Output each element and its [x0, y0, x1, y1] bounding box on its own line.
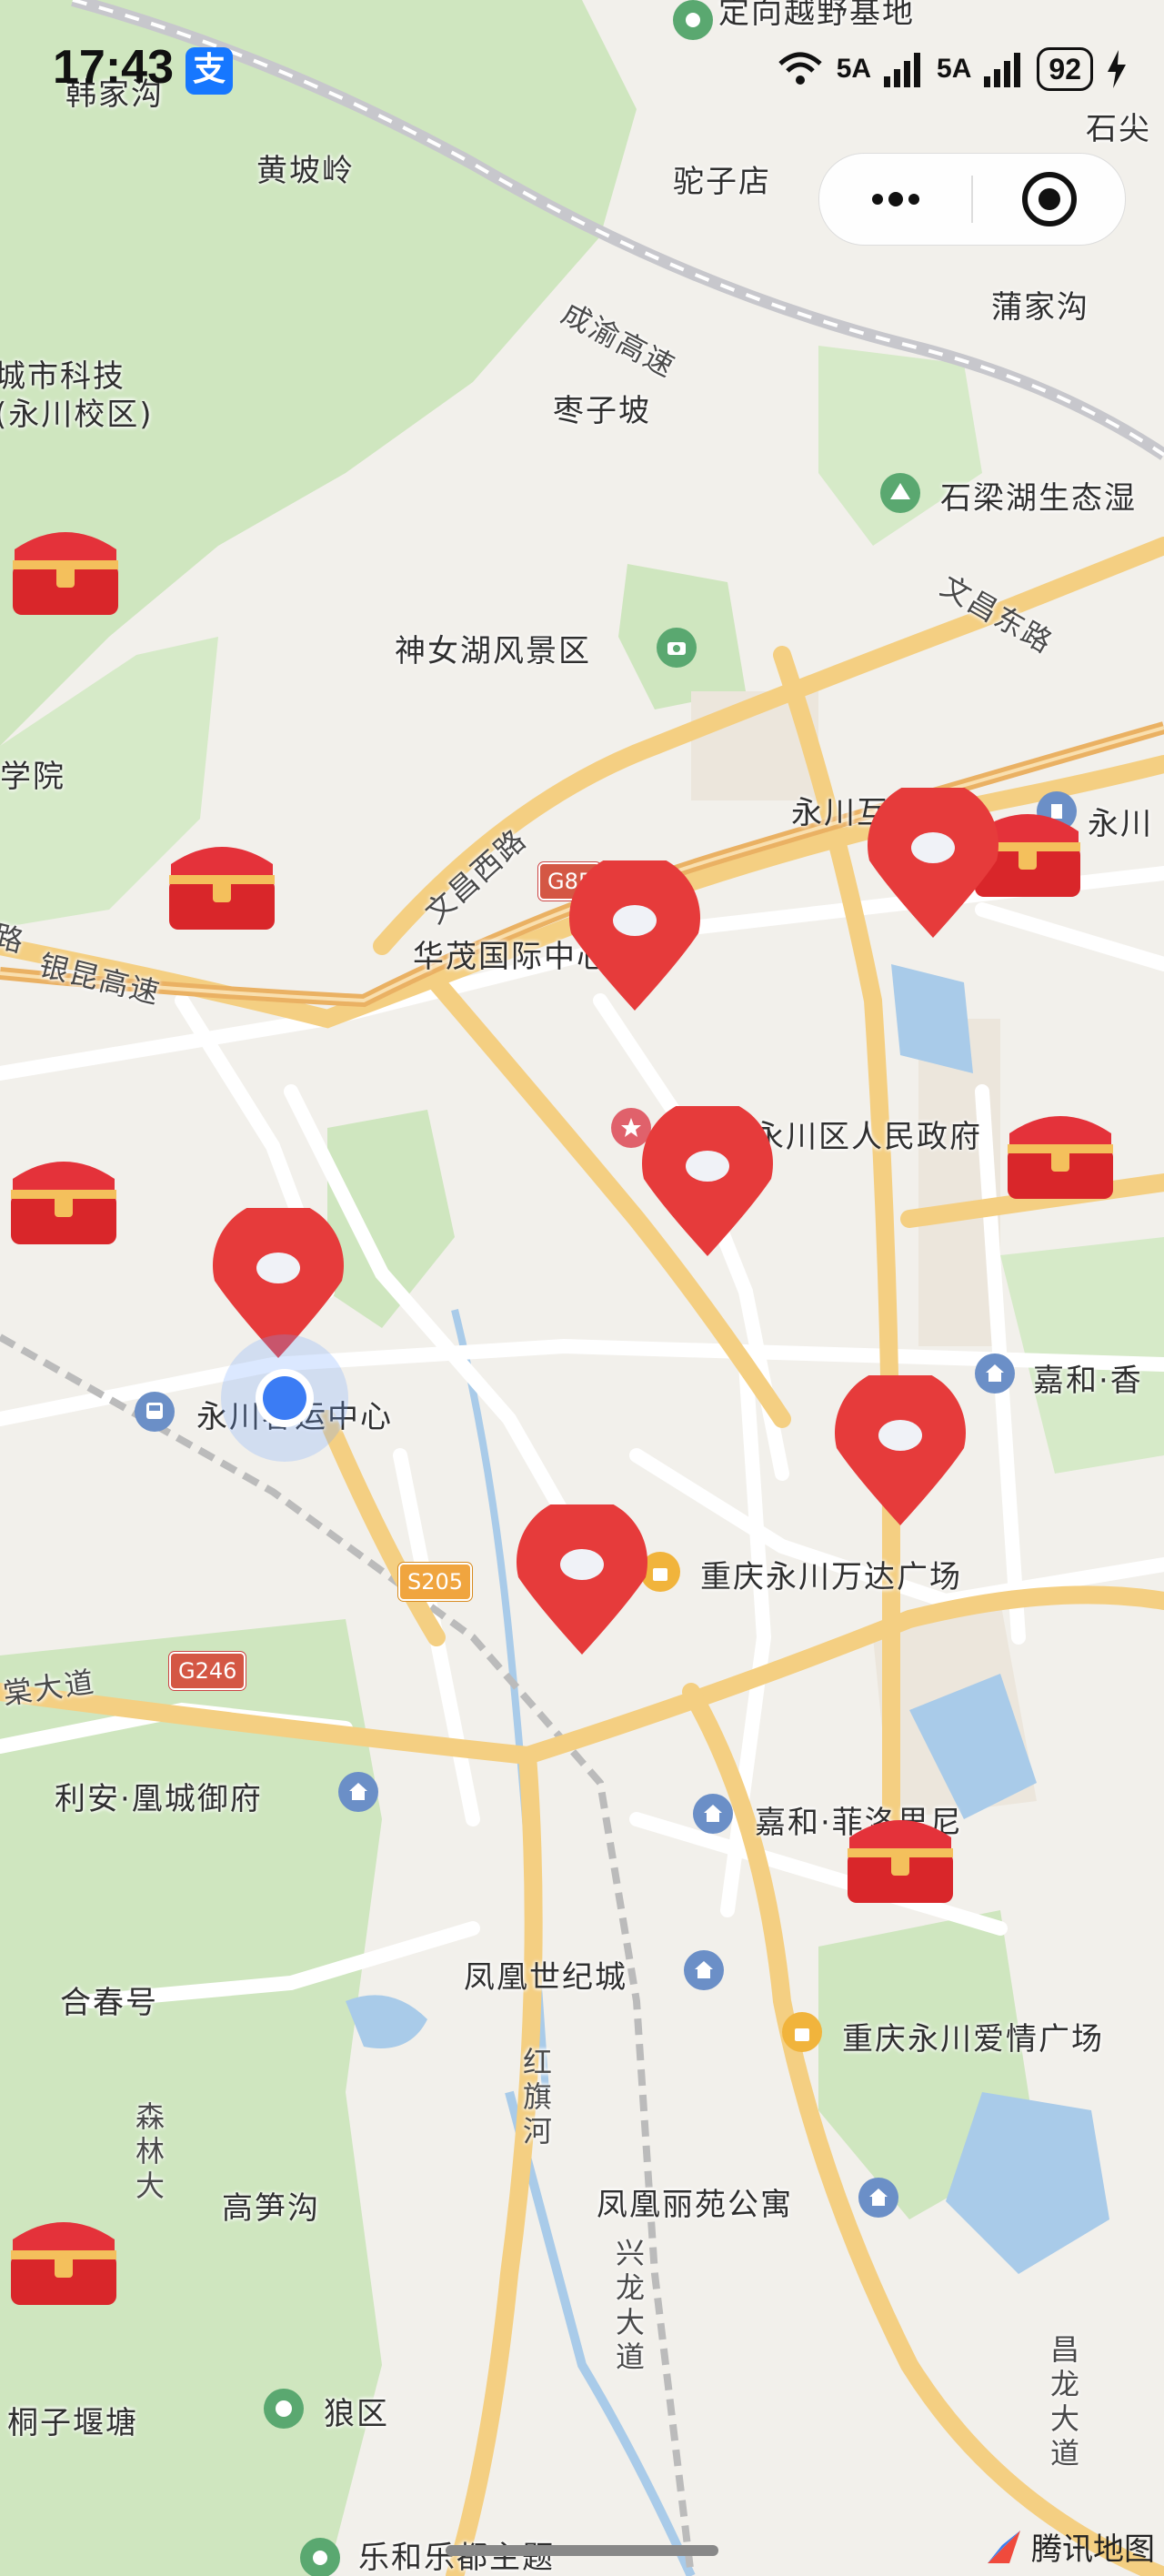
status-icons: 5A 5A 92	[777, 47, 1128, 91]
residential-icon	[684, 1950, 724, 1990]
wifi-icon	[778, 52, 822, 85]
bus-station-icon	[135, 1392, 175, 1432]
more-button[interactable]	[819, 154, 971, 245]
label-senlin-avenue[interactable]: 森林大	[127, 2101, 169, 2205]
map-view[interactable]: G85 S205 G246 定向越野基地 韩家沟 石尖 黄坡岭 驼子店 成渝高速…	[0, 0, 1164, 2576]
treasure-chest-icon[interactable]	[158, 830, 286, 939]
label-hechunhao[interactable]: 合春号	[60, 1977, 158, 2022]
label-xinglong-avenue[interactable]: 兴龙大道	[607, 2238, 649, 2376]
label-huangpoling[interactable]: 黄坡岭	[256, 146, 355, 190]
camera-icon	[657, 628, 697, 668]
label-langqu[interactable]: 狼区	[324, 2389, 389, 2433]
signal-bars-icon	[984, 53, 1021, 87]
watermark-text: 腾讯地图	[1031, 2531, 1155, 2568]
close-button[interactable]	[973, 154, 1125, 245]
treasure-chest-icon[interactable]	[0, 1144, 127, 1253]
label-gaosungou[interactable]: 高笋沟	[222, 2183, 320, 2228]
home-indicator[interactable]	[446, 2545, 718, 2556]
battery-level: 92	[1037, 47, 1093, 91]
label-fenghuang-century[interactable]: 凤凰世纪城	[464, 1952, 627, 1997]
charging-bolt-icon	[1108, 50, 1126, 88]
park-icon	[300, 2538, 340, 2576]
label-wanda-plaza[interactable]: 重庆永川万达广场	[700, 1552, 962, 1596]
treasure-chest-icon[interactable]	[2, 515, 129, 624]
residential-icon	[858, 2178, 898, 2218]
shopping-bag-icon	[782, 2012, 822, 2052]
status-time: 17:43	[53, 41, 174, 94]
label-zaozipo[interactable]: 枣子坡	[553, 386, 651, 430]
status-bar: 17:43 支 5A 5A 92	[0, 0, 1164, 136]
treasure-chest-icon[interactable]	[837, 1803, 964, 1912]
road-shield-s205: S205	[398, 1563, 473, 1601]
label-jiahe[interactable]: 嘉和·香	[1033, 1355, 1143, 1400]
label-fenghuang-liyuan[interactable]: 凤凰丽苑公寓	[597, 2179, 793, 2224]
label-college-campus[interactable]: (永川校区)	[0, 389, 154, 434]
label-shennuhu[interactable]: 神女湖风景区	[395, 626, 591, 670]
signal-label-1: 5A	[836, 54, 872, 84]
label-lian-huangcheng[interactable]: 利安·凰城御府	[55, 1774, 263, 1818]
label-hongqi-river[interactable]: 红旗河	[515, 2047, 557, 2150]
signal-bars-icon	[884, 53, 921, 87]
residential-icon	[975, 1353, 1015, 1394]
residential-icon	[338, 1772, 378, 1812]
more-dots-icon	[871, 192, 919, 206]
map-pin-icon[interactable]	[509, 1504, 655, 1659]
map-watermark: 腾讯地图	[984, 2524, 1155, 2569]
treasure-chest-icon[interactable]	[997, 1099, 1124, 1208]
alipay-icon: 支	[186, 47, 233, 95]
label-xueyuan[interactable]: 学院	[0, 751, 65, 796]
label-yongchuan[interactable]: 永川	[1088, 799, 1153, 843]
miniprogram-capsule	[818, 153, 1126, 246]
road-shield-g246: G246	[169, 1652, 246, 1690]
residential-icon	[693, 1794, 733, 1834]
label-changlong-avenue[interactable]: 昌龙大道	[1042, 2334, 1084, 2472]
label-shilianghu[interactable]: 石梁湖生态湿	[940, 473, 1137, 518]
zoo-icon	[264, 2389, 304, 2429]
map-pin-icon[interactable]	[860, 788, 1006, 942]
label-aiqing-plaza[interactable]: 重庆永川爱情广场	[842, 2014, 1104, 2058]
map-pin-icon[interactable]	[828, 1375, 973, 1530]
label-tuozidian[interactable]: 驼子店	[673, 156, 771, 201]
map-pin-icon[interactable]	[635, 1106, 780, 1261]
signal-label-2: 5A	[937, 54, 972, 84]
map-pin-icon[interactable]	[562, 860, 707, 1015]
label-pujiagou[interactable]: 蒲家沟	[991, 282, 1089, 327]
current-location-icon[interactable]	[216, 1330, 353, 1466]
target-close-icon	[1021, 172, 1077, 226]
tencent-map-logo-icon	[988, 2530, 1020, 2563]
label-tongziyantang[interactable]: 桐子堰塘	[7, 2398, 138, 2442]
treasure-chest-icon[interactable]	[0, 2205, 127, 2314]
tree-icon	[880, 473, 920, 513]
